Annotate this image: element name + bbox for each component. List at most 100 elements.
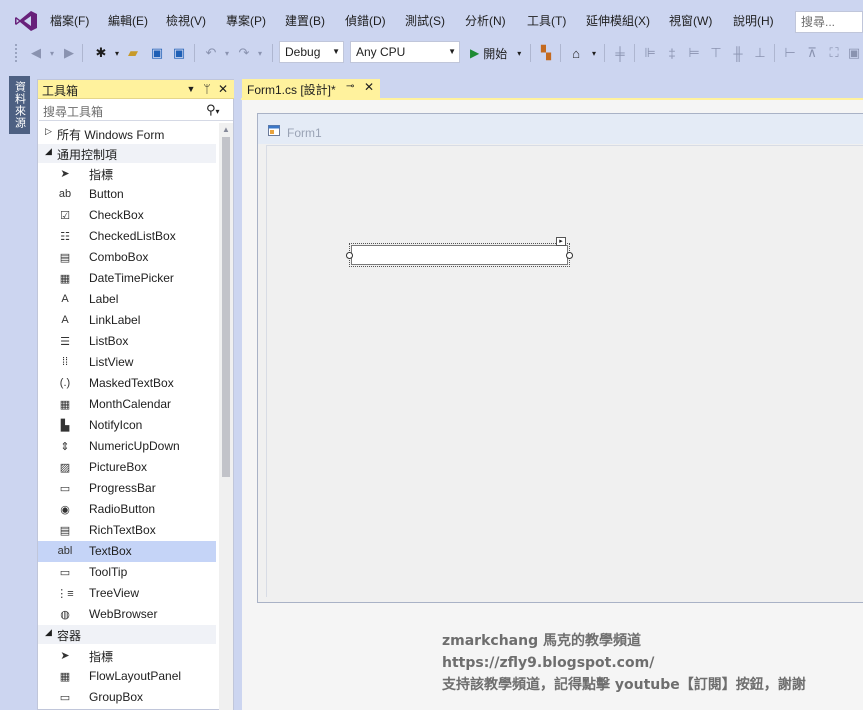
home-icon[interactable]: ⌂ xyxy=(567,43,585,63)
align-tops-icon[interactable]: ⊤ xyxy=(707,43,725,63)
textbox1-control[interactable] xyxy=(351,245,568,265)
smart-tag-icon[interactable]: ▸ xyxy=(556,237,566,246)
menu-extensions[interactable]: 延伸模組(X) xyxy=(586,12,650,29)
toolbar-grip[interactable] xyxy=(14,43,18,63)
open-folder-icon[interactable]: ▰ xyxy=(124,43,142,63)
toolbox-item[interactable]: ☑ CheckBox xyxy=(38,205,216,226)
toolbar: ◀ ▾ ▶ ✱ ▾ ▰ ▣ ▣ ↶ ▾ ↷ ▾ Debug ▼ Any CPU ▼ … xyxy=(0,40,863,66)
toolbox-item[interactable]: ▦ FlowLayoutPanel xyxy=(38,666,216,687)
start-button[interactable]: ▶ 開始 ▾ xyxy=(470,43,521,63)
toolbox-category-containers[interactable]: ◢ 容器 xyxy=(38,625,216,644)
toolbox-item[interactable]: ab Button xyxy=(38,184,216,205)
align-bottoms-icon[interactable]: ⊥ xyxy=(751,43,769,63)
collapse-arrow-icon[interactable]: ◢ xyxy=(45,146,52,157)
toolbox-item[interactable]: ▨ PictureBox xyxy=(38,457,216,478)
button-icon: ab xyxy=(58,188,72,200)
solution-config-select[interactable]: Debug ▼ xyxy=(279,41,344,63)
toolbox-item[interactable]: ▭ GroupBox xyxy=(38,687,216,708)
align-rights-icon[interactable]: ⊨ xyxy=(685,43,703,63)
watermark-line-1: zmarkchang 馬克的教學頻道 xyxy=(442,633,641,649)
align-to-grid-icon[interactable]: ╪ xyxy=(611,43,629,63)
toolbox-item-label: TreeView xyxy=(89,586,140,600)
redo-dropdown-icon[interactable]: ▾ xyxy=(251,43,269,63)
close-icon[interactable]: ✕ xyxy=(364,80,374,94)
resize-handle-right[interactable] xyxy=(566,252,573,259)
search-icon[interactable]: ⚲▾ xyxy=(206,102,220,118)
menu-build[interactable]: 建置(B) xyxy=(285,12,325,29)
browser-link-icon[interactable]: ▚ xyxy=(537,43,555,63)
back-dropdown-icon[interactable]: ▾ xyxy=(43,43,61,63)
toolbox-item-label: DateTimePicker xyxy=(89,271,174,285)
align-centers-icon[interactable]: ‡ xyxy=(663,43,681,63)
align-middles-icon[interactable]: ╫ xyxy=(729,43,747,63)
make-same-size-icon[interactable]: ▣ xyxy=(845,43,863,63)
menu-analyze[interactable]: 分析(N) xyxy=(465,12,506,29)
toolbox-item[interactable]: ◍ WebBrowser xyxy=(38,604,216,625)
form1-window[interactable]: Form1 ▸ xyxy=(257,113,863,603)
menu-tools[interactable]: 工具(T) xyxy=(527,12,566,29)
toolbox-item[interactable]: A LinkLabel xyxy=(38,310,216,331)
toolbox-item[interactable]: ➤ 指標 xyxy=(38,645,216,666)
toolbar-options-icon[interactable]: ▾ xyxy=(585,43,603,63)
toolbox-item[interactable]: (.) MaskedTextBox xyxy=(38,373,216,394)
category-label: 所有 Windows Form xyxy=(57,128,165,142)
menu-view[interactable]: 檢視(V) xyxy=(166,12,206,29)
form1-client-area[interactable]: ▸ xyxy=(266,145,863,597)
save-icon[interactable]: ▣ xyxy=(148,43,166,63)
platform-select[interactable]: Any CPU ▼ xyxy=(350,41,460,63)
collapse-arrow-icon[interactable]: ◢ xyxy=(45,627,52,638)
toolbox-item[interactable]: ▦ MonthCalendar xyxy=(38,394,216,415)
visual-studio-logo[interactable] xyxy=(14,10,38,32)
toolbox-item[interactable]: ⋮≡ TreeView xyxy=(38,583,216,604)
undo-dropdown-icon[interactable]: ▾ xyxy=(218,43,236,63)
make-same-width-icon[interactable]: ⊢ xyxy=(781,43,799,63)
toolbox-item[interactable]: A Label xyxy=(38,289,216,310)
scroll-up-icon[interactable]: ▲ xyxy=(222,125,230,134)
toolbox-item[interactable]: ➤ 指標 xyxy=(38,163,216,184)
toolbox-item[interactable]: ⁞⁞ ListView xyxy=(38,352,216,373)
toolbox-item[interactable]: ▦ DateTimePicker xyxy=(38,268,216,289)
toolbox-item[interactable]: ▤ RichTextBox xyxy=(38,520,216,541)
align-lefts-icon[interactable]: ⊫ xyxy=(641,43,659,63)
toolbox-search-field[interactable]: 搜尋工具箱 ⚲▾ xyxy=(39,100,233,121)
close-icon[interactable]: ✕ xyxy=(216,81,230,97)
platform-value: Any CPU xyxy=(356,45,406,59)
menu-help[interactable]: 說明(H) xyxy=(733,12,774,29)
toolbox-category-all[interactable]: ▷ 所有 Windows Form xyxy=(38,124,216,143)
data-sources-tab[interactable]: 資料來源 xyxy=(9,76,30,134)
pin-icon[interactable]: ᛘ xyxy=(200,81,214,97)
toolbox-item[interactable]: ☷ CheckedListBox xyxy=(38,226,216,247)
forward-icon[interactable]: ▶ xyxy=(60,43,78,63)
search-input[interactable]: 搜尋... xyxy=(795,11,863,33)
toolbox-category-common[interactable]: ◢ 通用控制項 xyxy=(38,144,216,163)
toolbox-item[interactable]: ▭ ProgressBar xyxy=(38,478,216,499)
toolbox-item[interactable]: ⇕ NumericUpDown xyxy=(38,436,216,457)
toolbox-item-label: PictureBox xyxy=(89,460,148,474)
menu-window[interactable]: 視窗(W) xyxy=(669,12,712,29)
toolbox-scrollbar[interactable]: ▲ xyxy=(219,123,233,710)
toolbox-search-input[interactable]: 搜尋工具箱 xyxy=(43,103,103,120)
toolbox-item[interactable]: abl TextBox xyxy=(38,541,216,562)
scrollbar-thumb[interactable] xyxy=(222,137,230,477)
tab-form1-designer[interactable]: Form1.cs [設計]* ⊸ ✕ xyxy=(242,79,380,98)
window-position-icon[interactable]: ▼ xyxy=(184,81,198,97)
size-to-grid-icon[interactable]: ⛶ xyxy=(825,43,843,63)
save-all-icon[interactable]: ▣ xyxy=(170,43,188,63)
menu-debug[interactable]: 偵錯(D) xyxy=(345,12,386,29)
menu-file[interactable]: 檔案(F) xyxy=(50,12,89,29)
designer-surface[interactable]: Form1 ▸ xyxy=(242,100,863,710)
toolbox-item[interactable]: ◉ RadioButton xyxy=(38,499,216,520)
toolbox-item[interactable]: ▭ ToolTip xyxy=(38,562,216,583)
menu-edit[interactable]: 編輯(E) xyxy=(108,12,148,29)
resize-handle-left[interactable] xyxy=(346,252,353,259)
toolbox-item-label: CheckedListBox xyxy=(89,229,176,243)
toolbox-item[interactable]: ▙ NotifyIcon xyxy=(38,415,216,436)
toolbox-item[interactable]: ☰ ListBox xyxy=(38,331,216,352)
form1-titlebar[interactable]: Form1 xyxy=(258,114,863,144)
make-same-height-icon[interactable]: ⊼ xyxy=(803,43,821,63)
menu-test[interactable]: 測試(S) xyxy=(405,12,445,29)
expand-arrow-icon[interactable]: ▷ xyxy=(45,126,52,137)
menu-project[interactable]: 專案(P) xyxy=(226,12,266,29)
pin-icon[interactable]: ⊸ xyxy=(346,81,354,92)
toolbox-item[interactable]: ▤ ComboBox xyxy=(38,247,216,268)
